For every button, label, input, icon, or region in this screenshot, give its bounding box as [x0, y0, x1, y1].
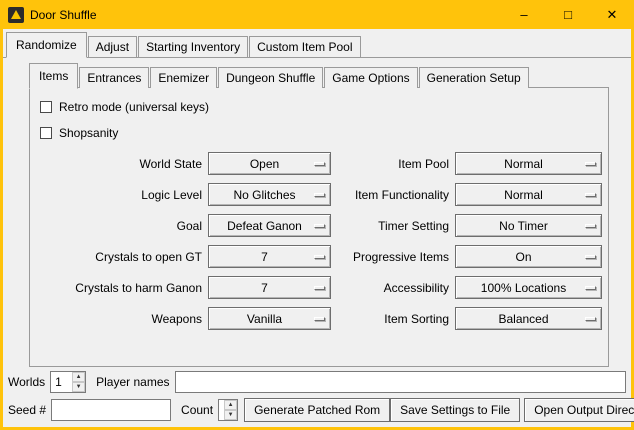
dropdown-indicator-icon [585, 255, 596, 259]
window-content: Randomize Adjust Starting Inventory Cust… [3, 29, 631, 427]
item-functionality-dropdown[interactable]: Normal [455, 183, 602, 206]
settings-grid: World State Open Item Pool Normal Logic … [34, 152, 606, 330]
crystals-open-gt-dropdown[interactable]: 7 [208, 245, 331, 268]
count-spinner[interactable]: ▲ ▼ [218, 399, 238, 421]
tab-starting-inventory[interactable]: Starting Inventory [138, 36, 248, 57]
retro-mode-label: Retro mode (universal keys) [59, 100, 209, 114]
window-title: Door Shuffle [30, 8, 97, 22]
open-output-directory-button[interactable]: Open Output Directory [524, 398, 634, 422]
bottom-bar: Worlds ▲ ▼ Player names Seed # Count [8, 366, 626, 422]
progressive-items-value: On [515, 250, 541, 264]
player-names-label: Player names [96, 375, 169, 389]
count-spinner-arrows: ▲ ▼ [224, 400, 237, 420]
dropdown-indicator-icon [585, 162, 596, 166]
maximize-button[interactable]: □ [546, 0, 590, 29]
tab-adjust[interactable]: Adjust [88, 36, 137, 57]
worlds-spinner[interactable]: ▲ ▼ [50, 371, 86, 393]
tab-entrances[interactable]: Entrances [79, 67, 149, 88]
dropdown-indicator-icon [314, 162, 325, 166]
progressive-items-dropdown[interactable]: On [455, 245, 602, 268]
weapons-value: Vanilla [247, 312, 292, 326]
titlebar[interactable]: Door Shuffle – □ ✕ [0, 0, 634, 29]
generate-patched-rom-button[interactable]: Generate Patched Rom [244, 398, 390, 422]
logic-level-dropdown[interactable]: No Glitches [208, 183, 331, 206]
accessibility-dropdown[interactable]: 100% Locations [455, 276, 602, 299]
item-pool-label: Item Pool [337, 157, 449, 171]
dropdown-indicator-icon [314, 255, 325, 259]
retro-mode-checkbox[interactable] [40, 101, 52, 113]
goal-value: Defeat Ganon [227, 219, 312, 233]
goal-label: Goal [34, 219, 202, 233]
crystals-open-gt-value: 7 [261, 250, 278, 264]
spin-down-icon[interactable]: ▼ [72, 382, 85, 392]
item-functionality-value: Normal [504, 188, 553, 202]
crystals-harm-ganon-value: 7 [261, 281, 278, 295]
tab-custom-item-pool[interactable]: Custom Item Pool [249, 36, 360, 57]
dropdown-indicator-icon [585, 224, 596, 228]
retro-mode-row[interactable]: Retro mode (universal keys) [40, 98, 606, 116]
logic-level-value: No Glitches [233, 188, 305, 202]
timer-setting-value: No Timer [499, 219, 558, 233]
tab-enemizer[interactable]: Enemizer [150, 67, 217, 88]
items-panel: Retro mode (universal keys) Shopsanity W… [29, 87, 609, 367]
dropdown-indicator-icon [585, 193, 596, 197]
item-pool-value: Normal [504, 157, 553, 171]
shopsanity-row[interactable]: Shopsanity [40, 124, 606, 142]
dropdown-indicator-icon [314, 193, 325, 197]
tab-randomize[interactable]: Randomize [6, 32, 87, 58]
worlds-spinner-arrows: ▲ ▼ [72, 372, 85, 392]
timer-setting-label: Timer Setting [337, 219, 449, 233]
shopsanity-label: Shopsanity [59, 126, 118, 140]
sub-tab-bar: Items Entrances Enemizer Dungeon Shuffle… [29, 63, 609, 88]
worlds-row: Worlds ▲ ▼ Player names [8, 371, 626, 393]
app-icon [8, 7, 24, 23]
dropdown-indicator-icon [314, 317, 325, 321]
weapons-dropdown[interactable]: Vanilla [208, 307, 331, 330]
crystals-harm-ganon-label: Crystals to harm Ganon [34, 281, 202, 295]
main-tab-bar: Randomize Adjust Starting Inventory Cust… [3, 29, 631, 58]
accessibility-label: Accessibility [337, 281, 449, 295]
count-label: Count [181, 403, 213, 417]
item-pool-dropdown[interactable]: Normal [455, 152, 602, 175]
seed-label: Seed # [8, 403, 46, 417]
item-sorting-label: Item Sorting [337, 312, 449, 326]
item-sorting-dropdown[interactable]: Balanced [455, 307, 602, 330]
close-button[interactable]: ✕ [590, 0, 634, 29]
minimize-button[interactable]: – [502, 0, 546, 29]
accessibility-value: 100% Locations [481, 281, 576, 295]
tab-items[interactable]: Items [29, 63, 78, 89]
save-settings-button[interactable]: Save Settings to File [390, 398, 520, 422]
spin-up-icon[interactable]: ▲ [72, 372, 85, 382]
player-names-input[interactable] [175, 371, 627, 393]
tab-generation-setup[interactable]: Generation Setup [419, 67, 529, 88]
weapons-label: Weapons [34, 312, 202, 326]
tab-game-options[interactable]: Game Options [324, 67, 417, 88]
shopsanity-checkbox[interactable] [40, 127, 52, 139]
spin-down-icon[interactable]: ▼ [224, 410, 237, 420]
dropdown-indicator-icon [585, 317, 596, 321]
progressive-items-label: Progressive Items [337, 250, 449, 264]
seed-row: Seed # Count ▲ ▼ Generate Patched Rom Sa… [8, 398, 626, 422]
crystals-open-gt-label: Crystals to open GT [34, 250, 202, 264]
item-functionality-label: Item Functionality [337, 188, 449, 202]
logic-level-label: Logic Level [34, 188, 202, 202]
crystals-harm-ganon-dropdown[interactable]: 7 [208, 276, 331, 299]
world-state-dropdown[interactable]: Open [208, 152, 331, 175]
world-state-value: Open [250, 157, 289, 171]
dropdown-indicator-icon [314, 286, 325, 290]
window-controls: – □ ✕ [502, 0, 634, 29]
item-sorting-value: Balanced [498, 312, 558, 326]
timer-setting-dropdown[interactable]: No Timer [455, 214, 602, 237]
app-window: Door Shuffle – □ ✕ Randomize Adjust Star… [0, 0, 634, 430]
randomize-panel: Items Entrances Enemizer Dungeon Shuffle… [29, 63, 609, 367]
spin-up-icon[interactable]: ▲ [224, 400, 237, 410]
worlds-label: Worlds [8, 375, 45, 389]
tab-dungeon-shuffle[interactable]: Dungeon Shuffle [218, 67, 323, 88]
seed-input[interactable] [51, 399, 171, 421]
dropdown-indicator-icon [314, 224, 325, 228]
world-state-label: World State [34, 157, 202, 171]
dropdown-indicator-icon [585, 286, 596, 290]
goal-dropdown[interactable]: Defeat Ganon [208, 214, 331, 237]
